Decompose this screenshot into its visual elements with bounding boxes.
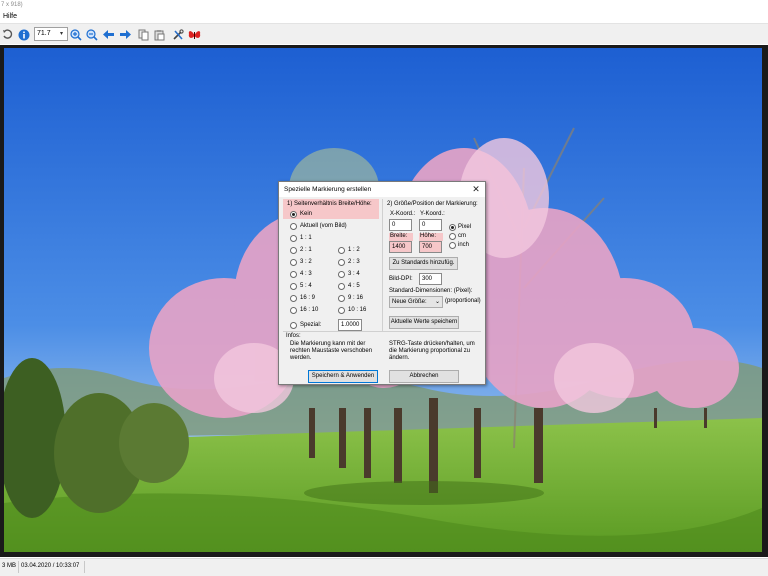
std-dims-select-value: Neue Größe: — [392, 299, 427, 305]
menu-bar: Hilfe — [0, 11, 768, 23]
radio-current-label: Aktuell (vom Bild) — [300, 223, 347, 229]
radio-10-16[interactable] — [338, 307, 345, 314]
radio-2-1[interactable] — [290, 247, 297, 254]
radio-4-3[interactable] — [290, 271, 297, 278]
status-datetime: 03.04.2020 / 10:33:07 — [21, 563, 80, 569]
x-coord-input[interactable]: 0 — [389, 219, 412, 231]
dpi-input[interactable]: 300 — [419, 273, 442, 285]
radio-16-9[interactable] — [290, 295, 297, 302]
radio-5-4[interactable] — [290, 283, 297, 290]
radio-2-3[interactable] — [338, 259, 345, 266]
tools-icon[interactable] — [171, 28, 184, 41]
radio-none-label: Kein — [300, 211, 313, 217]
cancel-button[interactable]: Abbrechen — [389, 370, 459, 383]
radio-10-16-label: 10 : 16 — [348, 307, 367, 313]
zoom-in-icon[interactable] — [69, 28, 82, 41]
radio-3-2[interactable] — [290, 259, 297, 266]
butterfly-icon[interactable] — [188, 28, 201, 41]
zoom-select[interactable]: 71.7 ▾ — [34, 27, 68, 41]
radio-unit-pixel[interactable] — [449, 224, 456, 231]
toolbar: 71.7 ▾ — [0, 23, 768, 44]
radio-1-2[interactable] — [338, 247, 345, 254]
proportional-label: (proportional) — [445, 298, 481, 304]
radio-3-4[interactable] — [338, 271, 345, 278]
radio-5-4-label: 5 : 4 — [300, 283, 312, 289]
chevron-down-icon: ⌄ — [434, 299, 440, 305]
radio-special[interactable] — [290, 322, 297, 329]
radio-16-10-label: 16 : 10 — [300, 307, 319, 313]
radio-9-16-label: 9 : 16 — [348, 295, 364, 301]
zoom-out-icon[interactable] — [85, 28, 98, 41]
radio-9-16[interactable] — [338, 295, 345, 302]
window-title-text: 7 x 918) — [1, 2, 23, 8]
height-value: 700 — [422, 244, 433, 250]
radio-none[interactable] — [290, 211, 297, 218]
status-filesize: 3 MB — [2, 563, 17, 569]
x-coord-value: 0 — [392, 222, 396, 228]
std-dims-label: Standard-Dimensionen: (Pixel): — [389, 288, 473, 294]
next-arrow-icon[interactable] — [119, 28, 132, 41]
dpi-value: 300 — [422, 276, 433, 282]
info-left-text: Die Markierung kann mit der rechten Maus… — [290, 341, 373, 361]
unit-inch-label: inch — [458, 242, 470, 248]
radio-4-5-label: 4 : 5 — [348, 283, 360, 289]
radio-16-10[interactable] — [290, 307, 297, 314]
dialog-title: Spezielle Markierung erstellen — [284, 186, 372, 193]
close-icon[interactable]: ✕ — [471, 184, 481, 194]
dialog-title-bar: Spezielle Markierung erstellen — [279, 182, 485, 197]
unit-pixel-label: Pixel — [458, 224, 472, 230]
radio-1-1-label: 1 : 1 — [300, 235, 312, 241]
status-bar: 3 MB 03.04.2020 / 10:33:07 — [0, 558, 768, 576]
y-coord-input[interactable]: 0 — [419, 219, 442, 231]
radio-special-label: Spezial: — [300, 322, 322, 328]
radio-4-5[interactable] — [338, 283, 345, 290]
info-icon[interactable] — [17, 28, 30, 41]
info-divider — [283, 331, 481, 332]
height-input[interactable]: 700 — [419, 241, 442, 253]
radio-1-2-label: 1 : 2 — [348, 247, 360, 253]
add-to-standards-button[interactable]: Zu Standards hinzufüg. — [389, 257, 458, 270]
section-divider — [382, 199, 383, 331]
info-right-text: STRG-Taste drücken/halten, um die Markie… — [389, 341, 475, 361]
radio-3-2-label: 3 : 2 — [300, 259, 312, 265]
radio-2-1-label: 2 : 1 — [300, 247, 312, 253]
window-title: 7 x 918) — [0, 0, 768, 11]
section1-title: 1) Seitenverhältnis Breite/Höhe: — [287, 201, 372, 207]
width-value: 1400 — [392, 244, 406, 250]
radio-16-9-label: 16 : 9 — [300, 295, 316, 301]
width-label: Breite: — [390, 233, 408, 239]
y-coord-value: 0 — [422, 222, 426, 228]
copy-icon[interactable] — [137, 28, 150, 41]
selection-dialog: Spezielle Markierung erstellen ✕ 1) Seit… — [278, 181, 486, 385]
radio-1-1[interactable] — [290, 235, 297, 242]
special-ratio-value: 1.0000 — [341, 322, 360, 328]
special-ratio-input[interactable]: 1.0000 — [338, 319, 362, 331]
radio-unit-cm[interactable] — [449, 233, 456, 240]
chevron-down-icon: ▾ — [59, 31, 63, 37]
zoom-value: 71.7 — [37, 30, 51, 37]
radio-2-3-label: 2 : 3 — [348, 259, 360, 265]
width-input[interactable]: 1400 — [389, 241, 412, 253]
radio-3-4-label: 3 : 4 — [348, 271, 360, 277]
radio-unit-inch[interactable] — [449, 242, 456, 249]
radio-current[interactable] — [290, 223, 297, 230]
paste-icon[interactable] — [153, 28, 166, 41]
save-apply-button[interactable]: Speichern & Anwenden — [308, 370, 378, 383]
save-current-values-button[interactable]: Aktuelle Werte speichern — [389, 316, 459, 329]
dpi-label: Bild-DPI: — [389, 276, 413, 282]
height-label: Höhe: — [420, 233, 437, 239]
undo-icon[interactable] — [1, 28, 14, 41]
status-separator — [84, 561, 85, 573]
section2-title: 2) Größe/Position der Markierung: — [387, 201, 478, 207]
prev-arrow-icon[interactable] — [102, 28, 115, 41]
y-coord-label: Y-Koord.: — [420, 211, 445, 217]
std-dims-select[interactable]: Neue Größe: ⌄ — [389, 296, 443, 308]
radio-4-3-label: 4 : 3 — [300, 271, 312, 277]
info-label: Infos: — [286, 333, 301, 339]
x-coord-label: X-Koord.: — [390, 211, 416, 217]
unit-cm-label: cm — [458, 233, 466, 239]
menu-help[interactable]: Hilfe — [3, 13, 17, 20]
